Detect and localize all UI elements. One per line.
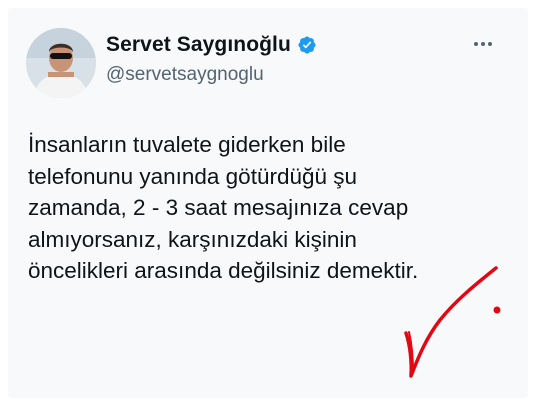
dot bbox=[474, 42, 478, 46]
tweet-card: Servet Saygınoğlu @servetsaygnoglu İnsan… bbox=[8, 8, 528, 398]
tweet-line: telefonunu yanında götürdüğü şu bbox=[28, 163, 358, 189]
tweet-line: İnsanların tuvalete giderken bile bbox=[28, 132, 346, 157]
tweet-line: zamanda, 2 - 3 saat mesajınıza cevap bbox=[28, 195, 409, 220]
dot bbox=[481, 42, 485, 46]
avatar[interactable] bbox=[26, 28, 96, 98]
tweet-line: almıyorsanız, karşınızdaki kişinin bbox=[28, 226, 357, 252]
tweet-line: öncelikleri arasında değilsiniz demektir… bbox=[28, 258, 419, 283]
author-row: Servet Saygınoğlu bbox=[106, 33, 317, 57]
dot bbox=[488, 42, 492, 46]
verified-badge-icon bbox=[297, 35, 317, 55]
more-options-icon[interactable] bbox=[474, 36, 498, 52]
author-name[interactable]: Servet Saygınoğlu bbox=[106, 33, 291, 57]
author-handle[interactable]: @servetsaygnoglu bbox=[106, 64, 264, 86]
tweet-text: İnsanların tuvalete giderken bile telefo… bbox=[28, 129, 508, 287]
avatar-photo bbox=[26, 28, 96, 98]
